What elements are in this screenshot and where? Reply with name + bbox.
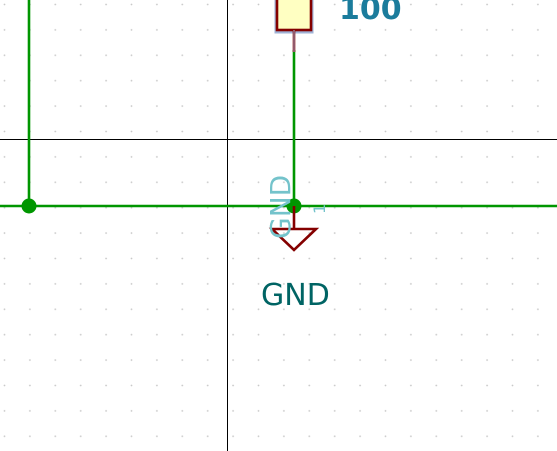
- ground-net-label[interactable]: GND: [261, 278, 330, 313]
- ground-pin-name: GND: [264, 175, 297, 239]
- junction-dot-left[interactable]: [21, 198, 37, 214]
- schematic-editor-canvas[interactable]: 100 GND 1 GND: [0, 0, 557, 451]
- ground-pin-number: 1: [310, 204, 329, 214]
- resistor-body: [275, 0, 313, 32]
- resistor-value-label[interactable]: 100: [339, 0, 402, 27]
- schematic-sheet[interactable]: 100 GND 1 GND: [0, 0, 557, 451]
